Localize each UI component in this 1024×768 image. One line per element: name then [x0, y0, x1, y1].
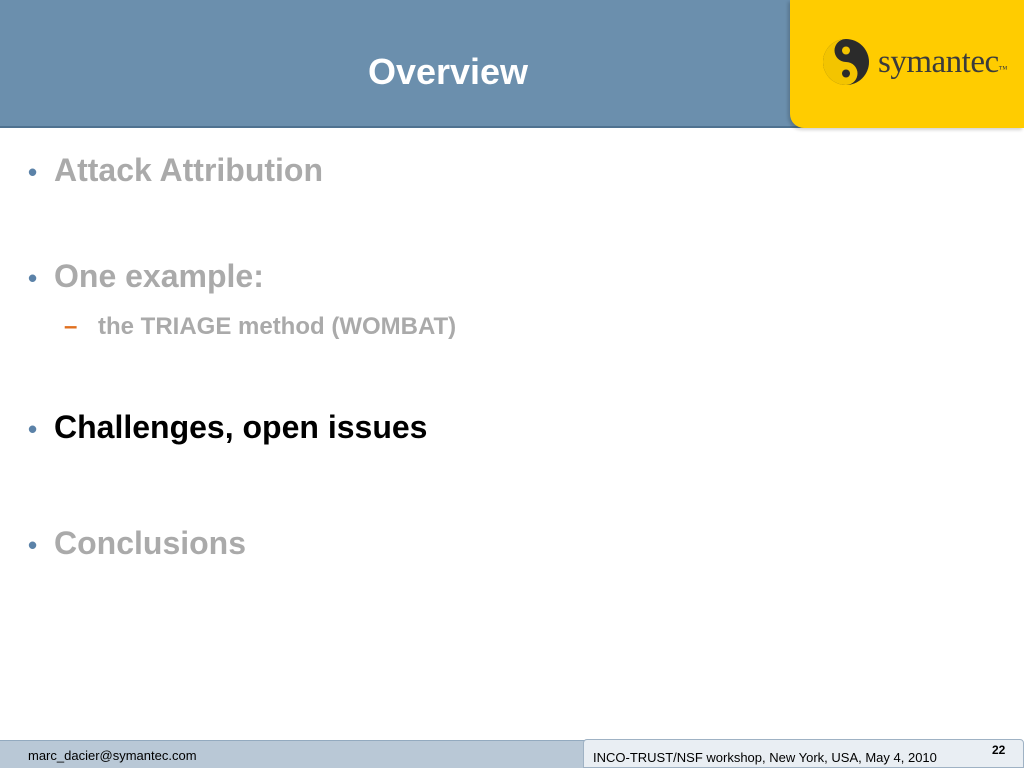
footer-event: INCO-TRUST/NSF workshop, New York, USA, … [593, 750, 937, 765]
dash-icon: – [64, 313, 78, 340]
bullet-item: • Attack Attribution [28, 152, 323, 189]
bullet-dot-icon: • [28, 530, 38, 560]
footer-email: marc_dacier@symantec.com [28, 748, 197, 763]
bullet-dot-icon: • [28, 263, 38, 293]
page-number: 22 [992, 743, 1006, 757]
symantec-logo-icon [823, 39, 869, 85]
slide-body: • Attack Attribution • One example: – th… [0, 130, 1024, 730]
slide-title: Overview [367, 51, 529, 92]
sub-bullet-text: the TRIAGE method (WOMBAT) [98, 313, 457, 340]
bullet-item: • Conclusions [28, 525, 246, 562]
brand-wordmark: symantec™ [878, 44, 1007, 80]
bullet-text: One example: [54, 258, 264, 294]
bullet-text: Conclusions [54, 525, 247, 561]
bullet-text: Challenges, open issues [54, 409, 428, 445]
sub-bullet-item: – the TRIAGE method (WOMBAT) [64, 313, 456, 341]
bullet-item-current: • Challenges, open issues [28, 409, 427, 446]
bullet-dot-icon: • [28, 414, 38, 444]
bullet-item: • One example: [28, 258, 264, 295]
brand-logo-panel: symantec™ [790, 0, 1024, 128]
bullet-text: Attack Attribution [54, 152, 324, 188]
bullet-dot-icon: • [28, 157, 38, 187]
